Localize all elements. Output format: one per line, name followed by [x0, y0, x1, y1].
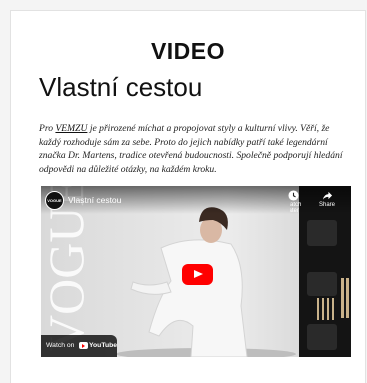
youtube-logo-icon	[79, 342, 88, 349]
video-title[interactable]: Vlastní cestou	[68, 195, 121, 205]
article-card: VIDEO Vlastní cestou Pro VEMZU je přiroz…	[10, 10, 366, 383]
article-title: Vlastní cestou	[39, 72, 203, 102]
article-body-intro: Pro	[39, 123, 56, 134]
play-icon[interactable]	[182, 264, 213, 285]
watch-later-button[interactable]: Watch later	[279, 190, 307, 214]
section-heading: VIDEO	[150, 38, 226, 64]
watch-on-label: Watch on	[46, 342, 75, 349]
share-icon	[322, 191, 332, 200]
vemzu-link[interactable]: VEMZU	[55, 123, 87, 134]
youtube-wordmark: YouTube	[89, 342, 118, 349]
article-body: Pro VEMZU je přirozené míchat a propojov…	[39, 122, 353, 177]
video-embed[interactable]: VOGUE VOGUE Vlastní cestou Watch later S…	[41, 186, 351, 357]
share-button[interactable]: Share	[313, 190, 341, 208]
clock-icon	[287, 190, 299, 201]
watch-on-youtube-button[interactable]: Watch on YouTube	[41, 335, 117, 357]
watch-later-label: Watch later	[284, 202, 302, 214]
share-label: Share	[318, 202, 335, 208]
channel-avatar[interactable]: VOGUE	[45, 191, 64, 210]
